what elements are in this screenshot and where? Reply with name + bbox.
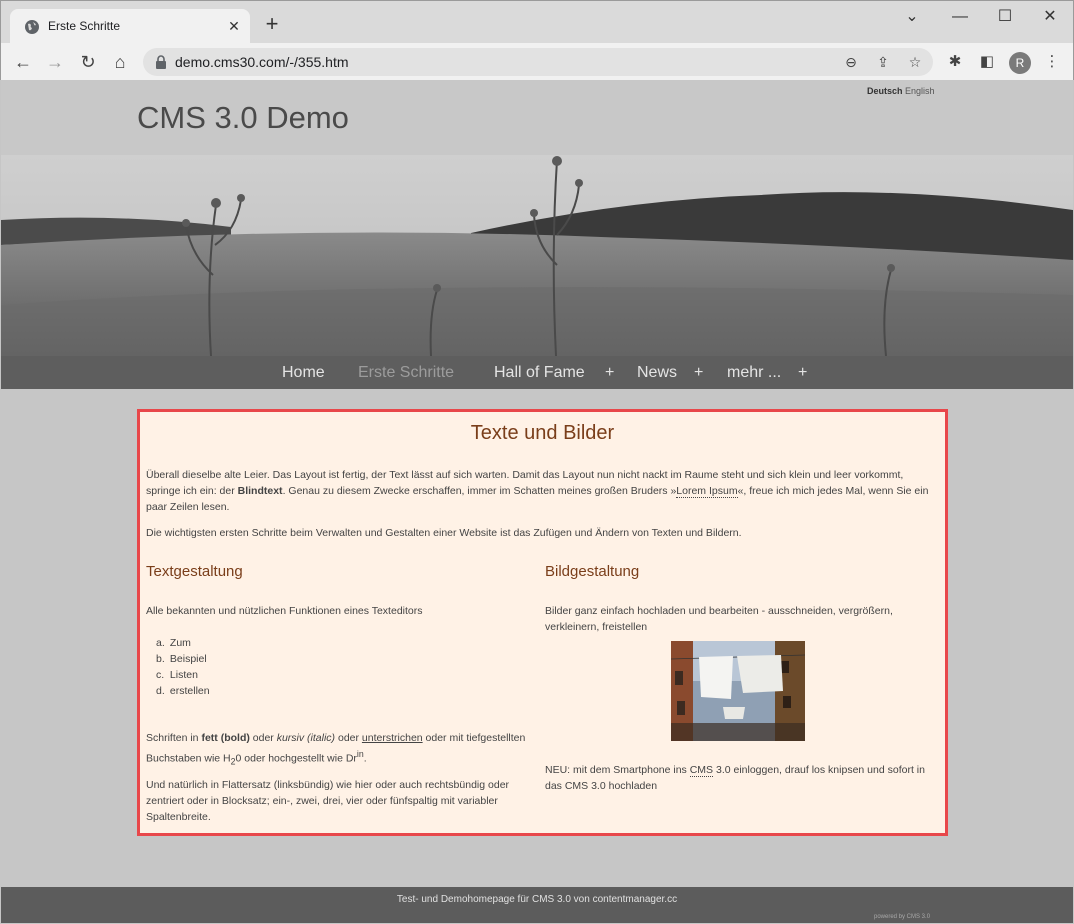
- forward-icon[interactable]: →: [43, 50, 67, 74]
- list-item-text: erstellen: [169, 685, 210, 697]
- list-item-text: Zum: [169, 637, 191, 649]
- browser-toolbar: ← → ↻ ⌂ demo.cms30.com/-/355.htm ⊖ ⇪ ☆ ✱…: [1, 43, 1073, 81]
- fonts-text: oder: [335, 732, 362, 744]
- list-marker: b.: [156, 653, 165, 665]
- flattersatz-paragraph: Und natürlich in Flattersatz (linksbündi…: [146, 779, 510, 823]
- intro-text: . Genau zu diesem Zwecke erschaffen, imm…: [282, 485, 677, 497]
- ordered-list: a. Zum b. Beispiel c. Listen d. erstelle…: [156, 635, 210, 699]
- menu-icon[interactable]: ⋮: [1042, 52, 1062, 72]
- language-switch: Deutsch English: [867, 86, 935, 96]
- nav-hall-of-fame-expand-icon[interactable]: +: [605, 364, 614, 382]
- fonts-text: .: [363, 752, 367, 765]
- content-box: Texte und Bilder Überall dieselbe alte L…: [137, 409, 948, 836]
- nav-mehr-expand-icon[interactable]: +: [798, 364, 807, 382]
- header-banner-image: [1, 155, 1073, 356]
- url-text[interactable]: demo.cms30.com/-/355.htm: [175, 54, 349, 70]
- page-heading: Texte und Bilder: [470, 422, 615, 444]
- list-item: a. Zum: [156, 635, 210, 651]
- main-navigation: Home Erste Schritte Hall of Fame + News …: [1, 356, 1073, 389]
- list-marker: c.: [156, 669, 165, 681]
- second-paragraph: Die wichtigsten ersten Schritte beim Ver…: [146, 527, 742, 539]
- fonts-paragraph: Schriften in fett (bold) oder kursiv (it…: [146, 730, 526, 770]
- lang-english[interactable]: English: [905, 86, 935, 96]
- laundry-photo[interactable]: [671, 641, 805, 741]
- zoom-icon[interactable]: ⊖: [841, 52, 861, 72]
- fonts-italic-text: kursiv (italic): [276, 732, 336, 744]
- list-item: c. Listen: [156, 667, 210, 683]
- fonts-bold-text: fett (bold): [201, 732, 250, 744]
- reload-icon[interactable]: ↻: [76, 50, 100, 74]
- lang-deutsch[interactable]: Deutsch: [867, 86, 903, 96]
- site-footer: Test- und Demohomepage für CMS 3.0 von c…: [1, 887, 1073, 923]
- textgestaltung-intro: Alle bekannten und nützlichen Funktionen…: [146, 605, 423, 617]
- side-panel-icon[interactable]: ◧: [977, 52, 997, 72]
- intro-paragraph: Überall dieselbe alte Leier. Das Layout …: [146, 467, 936, 515]
- tab-title: Erste Schritte: [48, 19, 121, 33]
- address-bar[interactable]: demo.cms30.com/-/355.htm ⊖ ⇪ ☆: [143, 48, 933, 76]
- lorem-ipsum-link[interactable]: Lorem Ipsum: [676, 485, 738, 498]
- share-icon[interactable]: ⇪: [873, 52, 893, 72]
- nav-hall-of-fame[interactable]: Hall of Fame: [494, 364, 585, 382]
- neu-text: NEU: mit dem Smartphone ins: [545, 764, 690, 776]
- site-header: CMS 3.0 Demo Deutsch English: [1, 80, 1073, 155]
- browser-tab[interactable]: Erste Schritte ✕: [10, 9, 250, 44]
- powered-by-text[interactable]: powered by CMS 3.0: [874, 914, 930, 920]
- intro-bold-text: Blindtext: [237, 485, 283, 497]
- bildgestaltung-heading: Bildgestaltung: [545, 563, 640, 580]
- list-item: b. Beispiel: [156, 651, 210, 667]
- neu-paragraph: NEU: mit dem Smartphone ins CMS 3.0 einl…: [545, 762, 935, 794]
- minimize-icon[interactable]: —: [947, 7, 973, 27]
- nav-news-expand-icon[interactable]: +: [694, 364, 703, 382]
- footer-text[interactable]: Test- und Demohomepage für CMS 3.0 von c…: [1, 894, 1073, 905]
- tab-strip: Erste Schritte ✕ + ⌄ — ☐ ✕: [1, 1, 1073, 44]
- list-item: d. erstellen: [156, 683, 210, 699]
- nav-news[interactable]: News: [637, 364, 677, 382]
- fonts-text: 0 oder hochgestellt wie Dr: [235, 752, 357, 765]
- list-item-text: Listen: [169, 669, 198, 681]
- cms-link[interactable]: CMS: [689, 764, 714, 777]
- globe-icon: [25, 20, 39, 34]
- web-page: CMS 3.0 Demo Deutsch English Home Erste …: [1, 80, 1073, 923]
- fonts-superscript: in: [356, 749, 364, 759]
- fonts-text: oder: [249, 732, 277, 744]
- nav-erste-schritte[interactable]: Erste Schritte: [358, 364, 454, 382]
- lock-icon[interactable]: [155, 55, 167, 69]
- profile-avatar[interactable]: R: [1009, 52, 1031, 74]
- fonts-text: Schriften in: [146, 732, 202, 744]
- close-window-icon[interactable]: ✕: [1037, 7, 1063, 27]
- fonts-underline-text: unterstrichen: [361, 732, 423, 744]
- bookmark-star-icon[interactable]: ☆: [905, 52, 925, 72]
- browser-chrome: Erste Schritte ✕ + ⌄ — ☐ ✕ ← → ↻ ⌂ demo.…: [0, 0, 1074, 81]
- textgestaltung-heading: Textgestaltung: [146, 563, 243, 580]
- list-marker: a.: [156, 637, 165, 649]
- list-item-text: Beispiel: [169, 653, 207, 665]
- nav-mehr[interactable]: mehr ...: [727, 364, 781, 382]
- list-marker: d.: [156, 685, 165, 697]
- extensions-icon[interactable]: ✱: [945, 52, 965, 72]
- close-tab-icon[interactable]: ✕: [225, 17, 243, 35]
- bildgestaltung-intro: Bilder ganz einfach hochladen und bearbe…: [545, 605, 893, 633]
- tab-search-icon[interactable]: ⌄: [899, 7, 925, 27]
- nav-home[interactable]: Home: [282, 364, 325, 382]
- back-icon[interactable]: ←: [11, 50, 35, 74]
- site-title[interactable]: CMS 3.0 Demo: [137, 100, 349, 136]
- maximize-icon[interactable]: ☐: [992, 7, 1018, 27]
- home-icon[interactable]: ⌂: [108, 50, 132, 74]
- new-tab-icon[interactable]: +: [261, 13, 283, 35]
